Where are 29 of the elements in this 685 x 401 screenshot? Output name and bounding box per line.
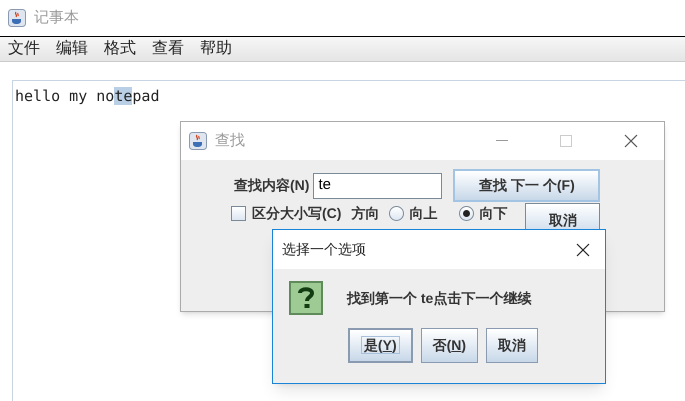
find-next-button[interactable]: 查找 下一 个(F) — [453, 169, 600, 202]
radio-button[interactable] — [459, 206, 474, 221]
minimize-icon[interactable] — [496, 140, 508, 142]
checkbox-label: 区分大小写(C) — [252, 204, 342, 223]
close-icon[interactable] — [624, 134, 638, 148]
direction-label: 方向 — [351, 204, 380, 223]
dialog-title: 查找 — [215, 130, 246, 151]
radio-label: 向下 — [479, 204, 508, 223]
menu-item[interactable]: 文件 — [8, 37, 40, 61]
dialog-button[interactable]: 取消 — [486, 328, 538, 363]
coffee-cup-icon — [189, 132, 207, 150]
close-icon[interactable] — [576, 242, 590, 256]
coffee-cup-icon — [8, 9, 26, 27]
menu-item[interactable]: 帮助 — [200, 37, 232, 61]
menu-item[interactable]: 格式 — [104, 37, 136, 61]
question-icon — [288, 280, 324, 316]
menu-item[interactable]: 编辑 — [56, 37, 88, 61]
dialog-title: 选择一个选项 — [282, 240, 367, 259]
radio-button[interactable] — [389, 206, 404, 221]
editor-text: hello my notepad — [15, 87, 160, 105]
find-label: 查找内容(N) — [234, 176, 310, 195]
dialog-button[interactable]: 否(N) — [420, 328, 478, 363]
window-title: 记事本 — [34, 8, 79, 28]
case-checkbox[interactable] — [231, 206, 246, 221]
message-text: 找到第一个 te点击下一个继续 — [347, 288, 532, 308]
radio-label: 向上 — [409, 204, 438, 223]
dialog-button[interactable]: 是(Y) — [348, 328, 413, 363]
find-input[interactable]: te — [313, 172, 442, 198]
menu-item[interactable]: 查看 — [152, 37, 184, 61]
